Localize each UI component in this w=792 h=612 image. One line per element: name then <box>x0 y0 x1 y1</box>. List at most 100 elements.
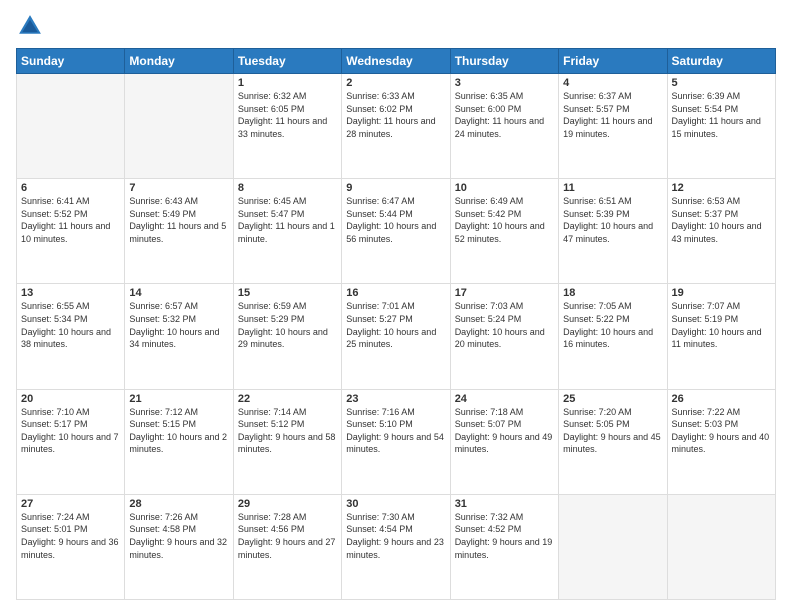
calendar-cell: 23Sunrise: 7:16 AM Sunset: 5:10 PM Dayli… <box>342 389 450 494</box>
day-number: 10 <box>455 182 554 194</box>
day-info: Sunrise: 6:33 AM Sunset: 6:02 PM Dayligh… <box>346 90 445 140</box>
day-info: Sunrise: 6:53 AM Sunset: 5:37 PM Dayligh… <box>672 195 771 245</box>
logo-icon <box>16 12 44 40</box>
day-number: 21 <box>129 393 228 405</box>
calendar-cell <box>17 74 125 179</box>
day-number: 17 <box>455 287 554 299</box>
day-number: 6 <box>21 182 120 194</box>
calendar-cell: 4Sunrise: 6:37 AM Sunset: 5:57 PM Daylig… <box>559 74 667 179</box>
day-info: Sunrise: 7:22 AM Sunset: 5:03 PM Dayligh… <box>672 406 771 456</box>
day-number: 29 <box>238 498 337 510</box>
day-info: Sunrise: 7:03 AM Sunset: 5:24 PM Dayligh… <box>455 300 554 350</box>
weekday-header: Thursday <box>450 49 558 74</box>
week-row: 27Sunrise: 7:24 AM Sunset: 5:01 PM Dayli… <box>17 494 776 599</box>
day-number: 1 <box>238 77 337 89</box>
calendar-cell: 15Sunrise: 6:59 AM Sunset: 5:29 PM Dayli… <box>233 284 341 389</box>
day-number: 8 <box>238 182 337 194</box>
day-info: Sunrise: 7:07 AM Sunset: 5:19 PM Dayligh… <box>672 300 771 350</box>
calendar-cell: 30Sunrise: 7:30 AM Sunset: 4:54 PM Dayli… <box>342 494 450 599</box>
calendar-cell: 7Sunrise: 6:43 AM Sunset: 5:49 PM Daylig… <box>125 179 233 284</box>
day-number: 23 <box>346 393 445 405</box>
calendar-cell: 20Sunrise: 7:10 AM Sunset: 5:17 PM Dayli… <box>17 389 125 494</box>
day-number: 22 <box>238 393 337 405</box>
calendar-cell: 21Sunrise: 7:12 AM Sunset: 5:15 PM Dayli… <box>125 389 233 494</box>
day-info: Sunrise: 7:24 AM Sunset: 5:01 PM Dayligh… <box>21 511 120 561</box>
day-number: 26 <box>672 393 771 405</box>
calendar-cell: 18Sunrise: 7:05 AM Sunset: 5:22 PM Dayli… <box>559 284 667 389</box>
day-number: 25 <box>563 393 662 405</box>
week-row: 20Sunrise: 7:10 AM Sunset: 5:17 PM Dayli… <box>17 389 776 494</box>
day-number: 11 <box>563 182 662 194</box>
week-row: 6Sunrise: 6:41 AM Sunset: 5:52 PM Daylig… <box>17 179 776 284</box>
day-number: 12 <box>672 182 771 194</box>
day-info: Sunrise: 7:28 AM Sunset: 4:56 PM Dayligh… <box>238 511 337 561</box>
calendar-cell: 11Sunrise: 6:51 AM Sunset: 5:39 PM Dayli… <box>559 179 667 284</box>
day-info: Sunrise: 6:43 AM Sunset: 5:49 PM Dayligh… <box>129 195 228 245</box>
day-number: 31 <box>455 498 554 510</box>
day-number: 7 <box>129 182 228 194</box>
day-number: 3 <box>455 77 554 89</box>
calendar-cell: 1Sunrise: 6:32 AM Sunset: 6:05 PM Daylig… <box>233 74 341 179</box>
day-number: 20 <box>21 393 120 405</box>
day-number: 19 <box>672 287 771 299</box>
calendar-cell: 27Sunrise: 7:24 AM Sunset: 5:01 PM Dayli… <box>17 494 125 599</box>
header-row: SundayMondayTuesdayWednesdayThursdayFrid… <box>17 49 776 74</box>
calendar-cell: 26Sunrise: 7:22 AM Sunset: 5:03 PM Dayli… <box>667 389 775 494</box>
day-info: Sunrise: 6:35 AM Sunset: 6:00 PM Dayligh… <box>455 90 554 140</box>
day-info: Sunrise: 6:57 AM Sunset: 5:32 PM Dayligh… <box>129 300 228 350</box>
day-info: Sunrise: 7:18 AM Sunset: 5:07 PM Dayligh… <box>455 406 554 456</box>
day-info: Sunrise: 7:10 AM Sunset: 5:17 PM Dayligh… <box>21 406 120 456</box>
weekday-header: Sunday <box>17 49 125 74</box>
calendar-cell <box>667 494 775 599</box>
calendar-cell: 8Sunrise: 6:45 AM Sunset: 5:47 PM Daylig… <box>233 179 341 284</box>
day-info: Sunrise: 6:55 AM Sunset: 5:34 PM Dayligh… <box>21 300 120 350</box>
calendar-cell: 28Sunrise: 7:26 AM Sunset: 4:58 PM Dayli… <box>125 494 233 599</box>
calendar-cell: 24Sunrise: 7:18 AM Sunset: 5:07 PM Dayli… <box>450 389 558 494</box>
calendar-cell: 9Sunrise: 6:47 AM Sunset: 5:44 PM Daylig… <box>342 179 450 284</box>
calendar-cell: 17Sunrise: 7:03 AM Sunset: 5:24 PM Dayli… <box>450 284 558 389</box>
calendar-cell <box>559 494 667 599</box>
calendar-cell: 31Sunrise: 7:32 AM Sunset: 4:52 PM Dayli… <box>450 494 558 599</box>
day-number: 27 <box>21 498 120 510</box>
day-number: 9 <box>346 182 445 194</box>
day-number: 13 <box>21 287 120 299</box>
calendar-cell: 25Sunrise: 7:20 AM Sunset: 5:05 PM Dayli… <box>559 389 667 494</box>
day-info: Sunrise: 6:59 AM Sunset: 5:29 PM Dayligh… <box>238 300 337 350</box>
day-info: Sunrise: 7:30 AM Sunset: 4:54 PM Dayligh… <box>346 511 445 561</box>
calendar-cell: 29Sunrise: 7:28 AM Sunset: 4:56 PM Dayli… <box>233 494 341 599</box>
day-info: Sunrise: 6:45 AM Sunset: 5:47 PM Dayligh… <box>238 195 337 245</box>
weekday-header: Tuesday <box>233 49 341 74</box>
calendar-cell: 12Sunrise: 6:53 AM Sunset: 5:37 PM Dayli… <box>667 179 775 284</box>
calendar-cell: 10Sunrise: 6:49 AM Sunset: 5:42 PM Dayli… <box>450 179 558 284</box>
page: SundayMondayTuesdayWednesdayThursdayFrid… <box>0 0 792 612</box>
day-info: Sunrise: 7:32 AM Sunset: 4:52 PM Dayligh… <box>455 511 554 561</box>
calendar-cell: 13Sunrise: 6:55 AM Sunset: 5:34 PM Dayli… <box>17 284 125 389</box>
calendar-cell <box>125 74 233 179</box>
day-info: Sunrise: 7:16 AM Sunset: 5:10 PM Dayligh… <box>346 406 445 456</box>
calendar-cell: 5Sunrise: 6:39 AM Sunset: 5:54 PM Daylig… <box>667 74 775 179</box>
day-number: 4 <box>563 77 662 89</box>
weekday-header: Friday <box>559 49 667 74</box>
day-number: 15 <box>238 287 337 299</box>
calendar-cell: 22Sunrise: 7:14 AM Sunset: 5:12 PM Dayli… <box>233 389 341 494</box>
day-number: 16 <box>346 287 445 299</box>
day-info: Sunrise: 6:49 AM Sunset: 5:42 PM Dayligh… <box>455 195 554 245</box>
weekday-header: Wednesday <box>342 49 450 74</box>
calendar-cell: 16Sunrise: 7:01 AM Sunset: 5:27 PM Dayli… <box>342 284 450 389</box>
logo <box>16 12 48 40</box>
calendar-cell: 6Sunrise: 6:41 AM Sunset: 5:52 PM Daylig… <box>17 179 125 284</box>
calendar-table: SundayMondayTuesdayWednesdayThursdayFrid… <box>16 48 776 600</box>
day-number: 5 <box>672 77 771 89</box>
calendar-cell: 14Sunrise: 6:57 AM Sunset: 5:32 PM Dayli… <box>125 284 233 389</box>
day-number: 2 <box>346 77 445 89</box>
day-info: Sunrise: 6:32 AM Sunset: 6:05 PM Dayligh… <box>238 90 337 140</box>
day-info: Sunrise: 6:39 AM Sunset: 5:54 PM Dayligh… <box>672 90 771 140</box>
header <box>16 12 776 40</box>
weekday-header: Monday <box>125 49 233 74</box>
calendar-cell: 3Sunrise: 6:35 AM Sunset: 6:00 PM Daylig… <box>450 74 558 179</box>
day-info: Sunrise: 7:14 AM Sunset: 5:12 PM Dayligh… <box>238 406 337 456</box>
day-info: Sunrise: 7:05 AM Sunset: 5:22 PM Dayligh… <box>563 300 662 350</box>
week-row: 13Sunrise: 6:55 AM Sunset: 5:34 PM Dayli… <box>17 284 776 389</box>
day-info: Sunrise: 7:01 AM Sunset: 5:27 PM Dayligh… <box>346 300 445 350</box>
day-number: 30 <box>346 498 445 510</box>
